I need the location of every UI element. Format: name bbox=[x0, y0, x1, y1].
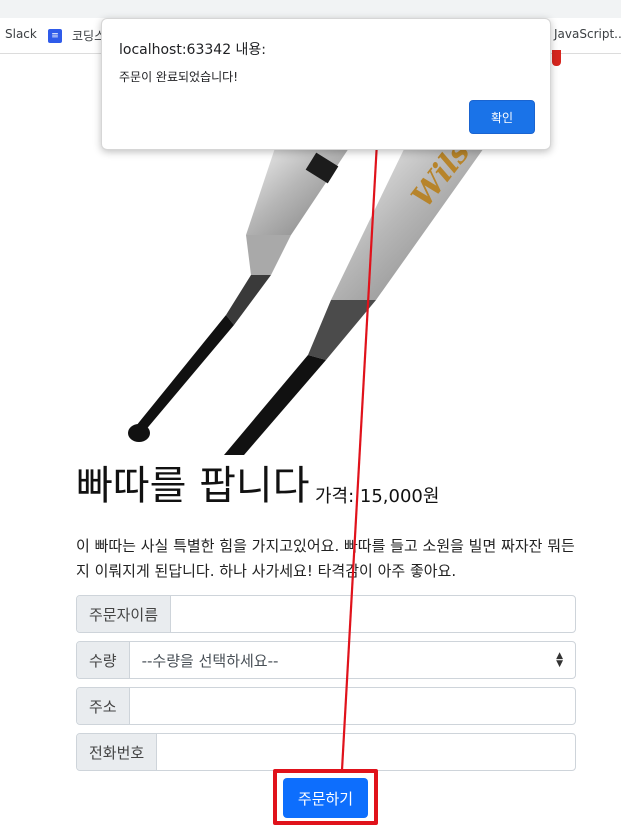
quantity-label: 수량 bbox=[77, 642, 130, 678]
bat-left bbox=[128, 145, 351, 442]
alert-dialog: localhost:63342 내용: 주문이 완료되었습니다! 확인 bbox=[101, 18, 551, 150]
select-arrows-icon: ▲ ▼ bbox=[556, 651, 563, 669]
name-label: 주문자이름 bbox=[77, 596, 172, 632]
alert-title: localhost:63342 내용: bbox=[119, 42, 267, 58]
address-input-group: 주소 bbox=[76, 687, 576, 725]
product-title: 빠따를 팝니다 bbox=[76, 463, 310, 509]
name-input-group: 주문자이름 bbox=[76, 595, 576, 633]
tab-strip bbox=[0, 0, 621, 18]
product-price: 가격: 15,000원 bbox=[315, 486, 440, 507]
phone-input-group: 전화번호 bbox=[76, 733, 576, 771]
quantity-select[interactable]: --수량을 선택하세요-- ▲ ▼ bbox=[130, 642, 575, 678]
phone-label: 전화번호 bbox=[77, 734, 158, 770]
bookmark-coding[interactable]: ≡ 코딩스 bbox=[48, 27, 105, 44]
quantity-input-group: 수량 --수량을 선택하세요-- ▲ ▼ bbox=[76, 641, 576, 679]
alert-confirm-button[interactable]: 확인 bbox=[469, 100, 535, 134]
quantity-selected-value: --수량을 선택하세요-- bbox=[141, 651, 279, 670]
coding-bookmark-icon: ≡ bbox=[48, 28, 62, 43]
alert-message: 주문이 완료되었습니다! bbox=[119, 70, 239, 84]
product-description: 이 빠따는 사실 특별한 힘을 가지고있어요. 빠따를 들고 소원을 빌면 짜자… bbox=[76, 537, 575, 580]
address-label: 주소 bbox=[77, 688, 130, 724]
phone-input[interactable] bbox=[157, 734, 575, 770]
bookmark-slack[interactable]: Slack bbox=[5, 27, 37, 41]
address-input[interactable] bbox=[129, 688, 575, 724]
order-button[interactable]: 주문하기 bbox=[283, 778, 368, 818]
bookmark-javascript[interactable]: JavaScript... bbox=[554, 27, 621, 41]
name-input[interactable] bbox=[171, 596, 575, 632]
